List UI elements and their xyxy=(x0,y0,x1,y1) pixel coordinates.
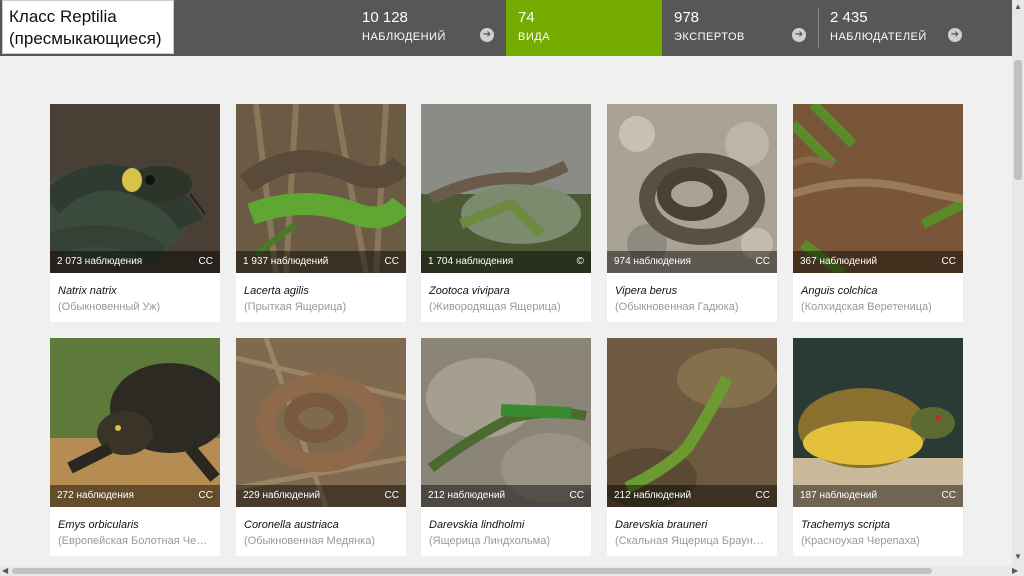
observation-count: 212 наблюдений CC xyxy=(607,485,777,507)
stat-species-number: 74 xyxy=(518,9,535,26)
species-card[interactable]: 187 наблюдений CC Trachemys scripta (Кра… xyxy=(793,338,963,556)
species-card[interactable]: 229 наблюдений CC Coronella austriaca (О… xyxy=(236,338,406,556)
stat-observers-number: 2 435 xyxy=(830,9,868,26)
species-caption: Lacerta agilis (Прыткая Ящерица) xyxy=(236,273,406,322)
species-latin-name[interactable]: Darevskia brauneri xyxy=(615,517,769,533)
license-badge: CC xyxy=(941,490,956,501)
species-common-name: (Красноухая Черепаха) xyxy=(801,535,920,547)
page-title-line2: (пресмыкающиеся) xyxy=(9,29,162,48)
scroll-right-icon[interactable]: ▶ xyxy=(1012,566,1018,576)
species-caption: Darevskia brauneri (Скальная Ящерица Бра… xyxy=(607,507,777,556)
species-photo[interactable]: 1 937 наблюдений CC xyxy=(236,104,406,273)
species-card[interactable]: 272 наблюдения CC Emys orbicularis (Евро… xyxy=(50,338,220,556)
species-caption: Trachemys scripta (Красноухая Черепаха) xyxy=(793,507,963,556)
arrow-right-icon[interactable]: ➔ xyxy=(948,28,962,42)
species-caption: Anguis colchica (Колхидская Веретеница) xyxy=(793,273,963,322)
scroll-down-icon[interactable]: ▼ xyxy=(1014,552,1022,562)
species-photo[interactable]: 272 наблюдения CC xyxy=(50,338,220,507)
stat-experts-number: 978 xyxy=(674,9,700,26)
observation-count: 2 073 наблюдения CC xyxy=(50,251,220,273)
species-caption: Coronella austriaca (Обыкновенная Медянк… xyxy=(236,507,406,556)
species-latin-name[interactable]: Coronella austriaca xyxy=(244,517,398,533)
species-photo[interactable]: 212 наблюдений CC xyxy=(421,338,591,507)
species-card[interactable]: 212 наблюдений CC Darevskia brauneri (Ск… xyxy=(607,338,777,556)
license-badge: CC xyxy=(755,256,770,267)
species-card[interactable]: 974 наблюдения CC Vipera berus (Обыкнове… xyxy=(607,104,777,322)
species-card[interactable]: 367 наблюдений CC Anguis colchica (Колхи… xyxy=(793,104,963,322)
species-photo[interactable]: 212 наблюдений CC xyxy=(607,338,777,507)
species-latin-name[interactable]: Darevskia lindholmi xyxy=(429,517,583,533)
observation-count: 1 937 наблюдений CC xyxy=(236,251,406,273)
license-badge: CC xyxy=(755,490,770,501)
observation-count: 367 наблюдений CC xyxy=(793,251,963,273)
species-card[interactable]: 2 073 наблюдения CC Natrix natrix (Обыкн… xyxy=(50,104,220,322)
species-latin-name[interactable]: Zootoca vivipara xyxy=(429,283,583,299)
species-common-name: (Прыткая Ящерица) xyxy=(244,301,347,313)
species-latin-name[interactable]: Trachemys scripta xyxy=(801,517,955,533)
page-title: Класс Reptilia (пресмыкающиеся) xyxy=(2,0,174,54)
license-badge: CC xyxy=(384,490,399,501)
stat-species-label: ВИДА xyxy=(518,31,551,43)
species-caption: Emys orbicularis (Европейская Болотная Ч… xyxy=(50,507,220,556)
observation-count: 1 704 наблюдения © xyxy=(421,251,591,273)
observation-count: 272 наблюдения CC xyxy=(50,485,220,507)
vertical-scroll-thumb[interactable] xyxy=(1014,60,1022,180)
stat-observers[interactable]: 2 435 НАБЛЮДАТЕЛЕЙ ➔ xyxy=(818,0,973,56)
species-common-name: (Скальная Ящерица Браунер… xyxy=(615,535,769,547)
stat-observations[interactable]: 10 128 НАБЛЮДЕНИЙ ➔ xyxy=(350,0,505,56)
species-card[interactable]: 1 704 наблюдения © Zootoca vivipara (Жив… xyxy=(421,104,591,322)
species-common-name: (Обыкновенная Медянка) xyxy=(244,535,375,547)
species-common-name: (Колхидская Веретеница) xyxy=(801,301,932,313)
species-common-name: (Обыкновенный Уж) xyxy=(58,301,161,313)
species-photo[interactable]: 367 наблюдений CC xyxy=(793,104,963,273)
stat-observations-number: 10 128 xyxy=(362,9,408,26)
species-photo[interactable]: 974 наблюдения CC xyxy=(607,104,777,273)
species-common-name: (Европейская Болотная Чер… xyxy=(58,535,212,547)
license-badge: CC xyxy=(941,256,956,267)
vertical-scrollbar[interactable]: ▲ ▼ xyxy=(1012,0,1024,566)
page-title-line1: Класс Reptilia xyxy=(9,7,117,26)
observation-count: 187 наблюдений CC xyxy=(793,485,963,507)
arrow-right-icon[interactable]: ➔ xyxy=(480,28,494,42)
header-bar: Класс Reptilia (пресмыкающиеся) 10 128 Н… xyxy=(0,0,1012,56)
species-common-name: (Ящерица Линдхольма) xyxy=(429,535,550,547)
license-badge: © xyxy=(576,256,584,267)
horizontal-scroll-thumb[interactable] xyxy=(12,568,932,574)
species-latin-name[interactable]: Anguis colchica xyxy=(801,283,955,299)
horizontal-scrollbar[interactable]: ◀ ▶ xyxy=(0,566,1024,576)
species-caption: Darevskia lindholmi (Ящерица Линдхольма) xyxy=(421,507,591,556)
species-photo[interactable]: 229 наблюдений CC xyxy=(236,338,406,507)
species-latin-name[interactable]: Emys orbicularis xyxy=(58,517,212,533)
license-badge: CC xyxy=(198,256,213,267)
species-caption: Natrix natrix (Обыкновенный Уж) xyxy=(50,273,220,322)
arrow-right-icon[interactable]: ➔ xyxy=(792,28,806,42)
species-latin-name[interactable]: Vipera berus xyxy=(615,283,769,299)
stat-species[interactable]: 74 ВИДА xyxy=(506,0,662,56)
species-photo[interactable]: 1 704 наблюдения © xyxy=(421,104,591,273)
species-card[interactable]: 1 937 наблюдений CC Lacerta agilis (Прыт… xyxy=(236,104,406,322)
species-photo[interactable]: 2 073 наблюдения CC xyxy=(50,104,220,273)
species-caption: Vipera berus (Обыкновенная Гадюка) xyxy=(607,273,777,322)
species-photo[interactable]: 187 наблюдений CC xyxy=(793,338,963,507)
stat-experts[interactable]: 978 ЭКСПЕРТОВ ➔ xyxy=(662,0,817,56)
species-card[interactable]: 212 наблюдений CC Darevskia lindholmi (Я… xyxy=(421,338,591,556)
species-common-name: (Обыкновенная Гадюка) xyxy=(615,301,739,313)
observation-count: 229 наблюдений CC xyxy=(236,485,406,507)
species-common-name: (Живородящая Ящерица) xyxy=(429,301,561,313)
observation-count: 974 наблюдения CC xyxy=(607,251,777,273)
license-badge: CC xyxy=(384,256,399,267)
license-badge: CC xyxy=(569,490,584,501)
observation-count: 212 наблюдений CC xyxy=(421,485,591,507)
scroll-up-icon[interactable]: ▲ xyxy=(1014,2,1022,12)
license-badge: CC xyxy=(198,490,213,501)
species-latin-name[interactable]: Natrix natrix xyxy=(58,283,212,299)
species-caption: Zootoca vivipara (Живородящая Ящерица) xyxy=(421,273,591,322)
scroll-left-icon[interactable]: ◀ xyxy=(2,566,8,576)
species-latin-name[interactable]: Lacerta agilis xyxy=(244,283,398,299)
